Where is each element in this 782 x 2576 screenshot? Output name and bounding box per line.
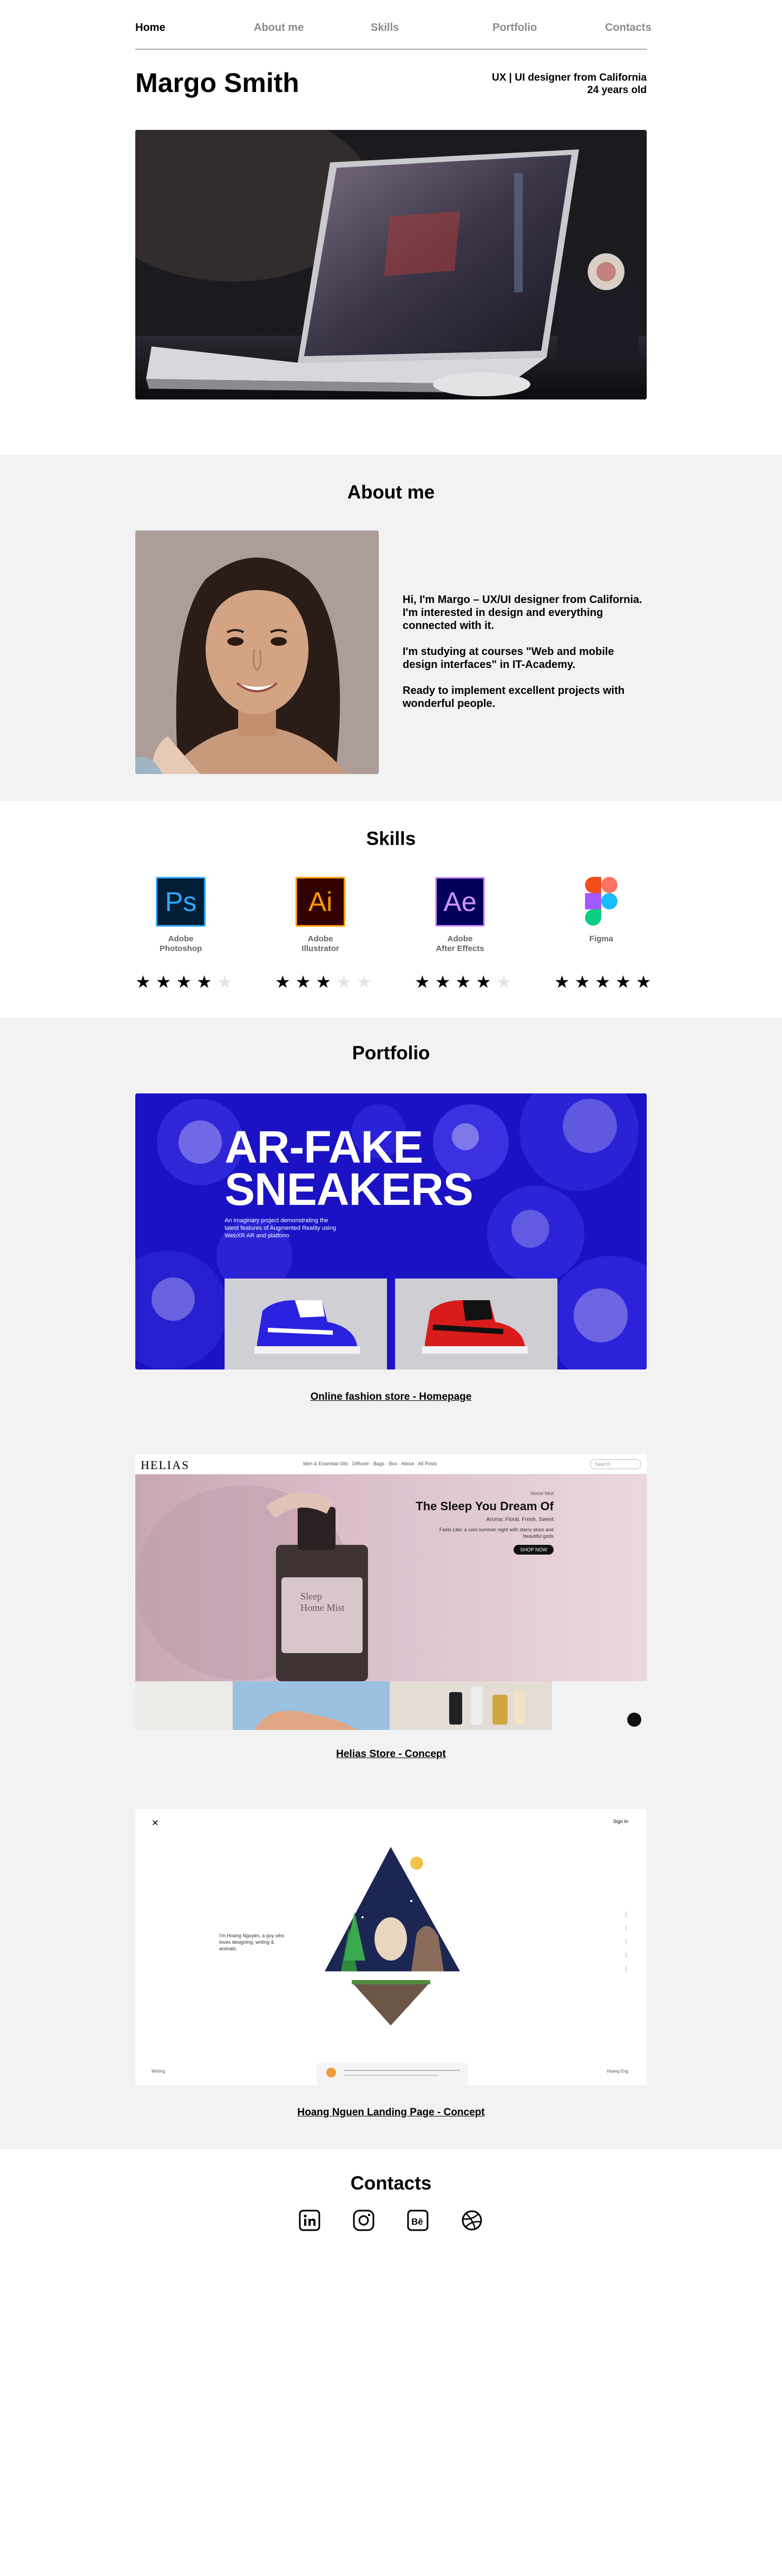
about-section (0, 455, 782, 801)
helias-desc: Feels Like: a cool summer night with sta… (439, 1527, 554, 1539)
after-effects-icon: Ae (435, 877, 485, 927)
linkedin-icon[interactable] (298, 2208, 321, 2232)
project-link-hoang[interactable]: Hoang Nguen Landing Page - Concept (0, 2107, 782, 2119)
nav-portfolio[interactable]: Portfolio (492, 22, 537, 34)
project-ar-sneakers-preview[interactable]: AR-FAKE SNEAKERS An imaginary project de… (135, 1093, 647, 1369)
nav-skills[interactable]: Skills (371, 22, 399, 34)
helias-menu: Men & Essential Oils · Diffuser · Bags ·… (303, 1461, 437, 1466)
bottle-label-1: Sleep (300, 1591, 322, 1602)
helias-search: Search (590, 1459, 641, 1469)
helias-shop-now-button: SHOP NOW (514, 1545, 554, 1555)
project-link-fashion-store[interactable]: Online fashion store - Homepage (0, 1391, 782, 1403)
project-hoang-preview[interactable]: ✕ Sign In I'm Hoang Nguyen, a guy who lo… (135, 1809, 647, 2085)
skill-name-1: Figma (589, 934, 614, 943)
contacts-title: Contacts (350, 2173, 432, 2194)
skill-name-1: Adobe (447, 934, 473, 943)
helias-hero: Sleep Home Mist Home Mist The Sleep You … (135, 1474, 647, 1681)
illustrator-icon: Ai (295, 877, 345, 927)
skill-after-effects: Ae Adobe After Effects (406, 877, 514, 954)
profile-photo (135, 530, 379, 774)
rating-figma: ★★★★★ (554, 972, 656, 992)
project-headline-1: AR-FAKE (225, 1122, 423, 1172)
about-paragraph-3: Ready to implement excellent projects wi… (403, 685, 625, 710)
photoshop-icon: Ps (156, 877, 206, 927)
top-nav: Home About me Skills Portfolio Contacts (135, 19, 652, 50)
nav-about[interactable]: About me (254, 22, 304, 34)
skill-name-1: Adobe (168, 934, 194, 943)
hoang-right-label: Hoang Eng (606, 2069, 628, 2074)
rating-after-effects: ★★★★★ (415, 972, 517, 992)
dribbble-icon[interactable] (460, 2208, 484, 2232)
nav-home[interactable]: Home (135, 22, 166, 34)
header-age: 24 years old (587, 84, 647, 96)
header-role: UX | UI designer from California (491, 72, 647, 83)
about-paragraph-2: I'm studying at courses "Web and mobile … (403, 646, 614, 671)
figma-icon (576, 877, 626, 927)
project-helias-preview[interactable]: HELIAS Men & Essential Oils · Diffuser ·… (135, 1454, 647, 1730)
sneaker-red-image (395, 1279, 557, 1369)
helias-logo: HELIAS (141, 1458, 190, 1472)
skills-title: Skills (366, 828, 416, 849)
instagram-icon[interactable] (352, 2208, 376, 2232)
about-paragraph-1: Hi, I'm Margo – UX/UI designer from Cali… (403, 594, 642, 632)
bottle-label-2: Home Mist (300, 1602, 345, 1613)
skill-name-2: Photoshop (159, 944, 202, 953)
rating-illustrator: ★★★★★ (275, 972, 377, 992)
helias-heading: The Sleep You Dream Of (416, 1499, 554, 1513)
page-title: Margo Smith (135, 68, 299, 98)
helias-aroma: Aroma: Floral, Fresh, Sweet (486, 1517, 554, 1523)
about-title: About me (347, 482, 435, 503)
skill-name-2: Illustrator (301, 944, 339, 953)
portfolio-title: Portfolio (352, 1043, 430, 1064)
skill-name-1: Adobe (307, 934, 333, 943)
helias-kicker: Home Mist (530, 1491, 554, 1496)
skill-illustrator: Ai Adobe Illustrator (266, 877, 374, 954)
skill-photoshop: Ps Adobe Photoshop (127, 877, 235, 954)
rating-photoshop: ★★★★★ (135, 972, 238, 992)
hoang-left-label: Writing (152, 2069, 165, 2074)
project-headline-2: SNEAKERS (225, 1164, 474, 1215)
skill-name-2: After Effects (436, 944, 484, 953)
header-subtitle: UX | UI designer from California 24 year… (492, 71, 647, 96)
sneaker-blue-image (225, 1279, 387, 1369)
helias-thumb-hand (233, 1681, 390, 1730)
helias-header: HELIAS Men & Essential Oils · Diffuser ·… (135, 1454, 647, 1474)
helias-thumb-bottles (390, 1681, 552, 1730)
svg-text:Bē: Bē (411, 2217, 423, 2227)
behance-icon[interactable]: Bē (406, 2208, 430, 2232)
project-link-helias[interactable]: Helias Store - Concept (0, 1748, 782, 1760)
skill-figma: Figma (547, 877, 655, 954)
chat-icon (627, 1713, 641, 1727)
hero-laptop-image (135, 130, 647, 399)
nav-contacts[interactable]: Contacts (605, 22, 652, 34)
project-blurb: An imaginary project demonstrating the l… (225, 1217, 337, 1239)
about-text: Hi, I'm Margo – UX/UI designer from Cali… (403, 593, 646, 723)
